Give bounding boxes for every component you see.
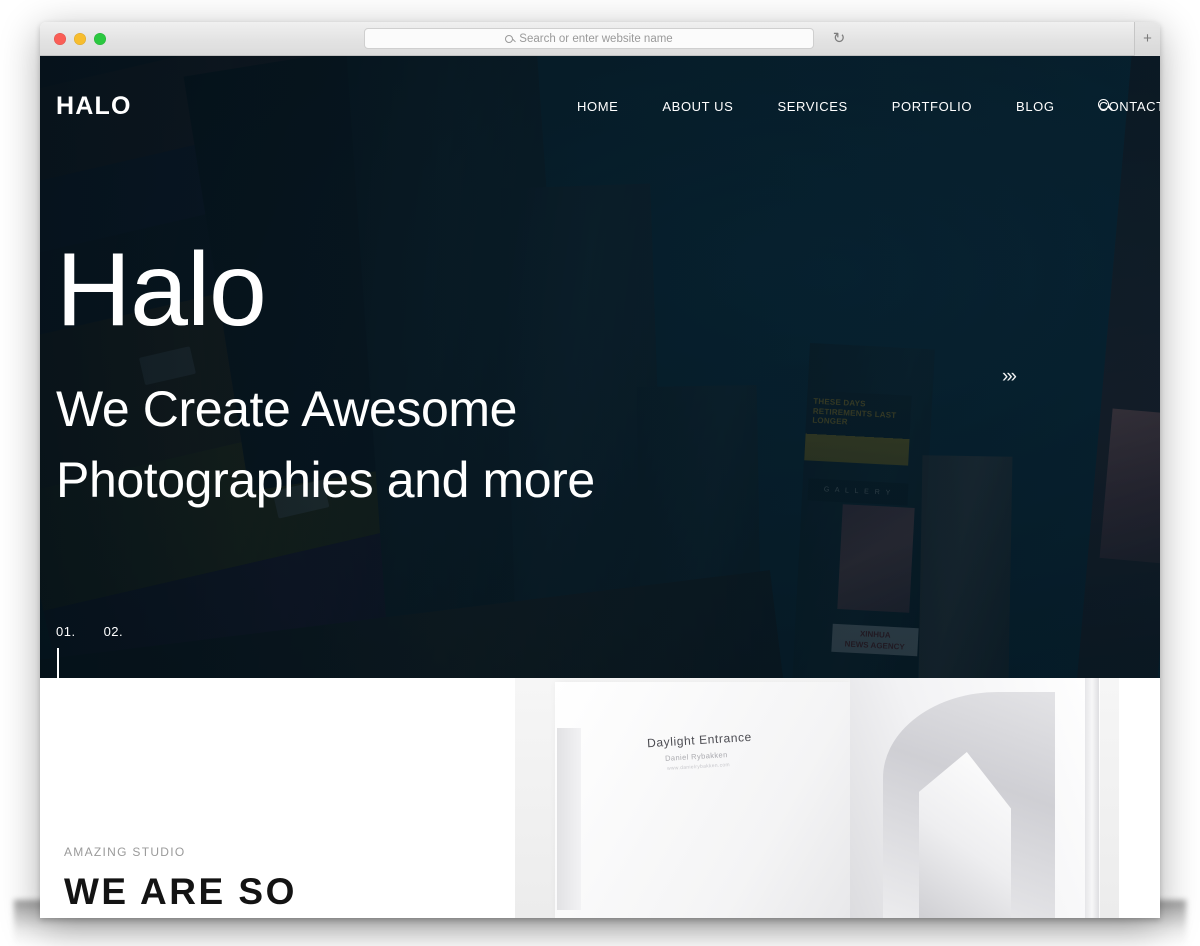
book-spine [1085, 678, 1099, 918]
about-text-block: AMAZING STUDIO WE ARE SO [64, 845, 297, 915]
nav-link-home[interactable]: HOME [555, 91, 640, 122]
window-controls [54, 32, 106, 45]
hero-section: THESE DAYS RETIREMENTS LAST LONGER G A L… [40, 56, 1160, 678]
slider-next-button[interactable]: ››› [1002, 366, 1017, 388]
nav-item-blog: BLOG [994, 91, 1077, 122]
nav-item-home: HOME [555, 91, 640, 122]
nav-link-about-us[interactable]: ABOUT US [640, 91, 755, 122]
nav-link-blog[interactable]: BLOG [994, 91, 1077, 122]
address-bar-placeholder: Search or enter website name [519, 32, 673, 45]
browser-titlebar: Search or enter website name ↻ + [40, 22, 1160, 56]
browser-window: Search or enter website name ↻ + HALO HO… [40, 22, 1160, 918]
nav-item-portfolio: PORTFOLIO [870, 91, 994, 122]
book-page-edges [557, 728, 581, 910]
minimize-window-button[interactable] [74, 32, 86, 45]
about-eyebrow: AMAZING STUDIO [64, 845, 186, 859]
nav-link-contact[interactable]: CONTACT [1077, 91, 1160, 122]
nav-search-button[interactable] [1095, 95, 1117, 117]
page-viewport: THESE DAYS RETIREMENTS LAST LONGER G A L… [40, 56, 1160, 918]
book-page-left [555, 682, 850, 918]
search-icon [1098, 99, 1109, 110]
site-logo[interactable]: HALO [56, 92, 132, 121]
reload-icon[interactable]: ↻ [830, 30, 848, 48]
nav-item-services: SERVICES [755, 91, 869, 122]
new-tab-button[interactable]: + [1134, 22, 1160, 56]
about-image: Daylight Entrance Daniel Rybakken www.da… [515, 678, 1119, 918]
hero-title: Halo [56, 232, 267, 348]
nav-link-portfolio[interactable]: PORTFOLIO [870, 91, 994, 122]
maximize-window-button[interactable] [94, 32, 106, 45]
nav-item-contact: CONTACT [1077, 91, 1160, 122]
about-section: AMAZING STUDIO WE ARE SO Daylight Entran… [40, 678, 1160, 918]
slide-indicator-01[interactable]: 01. [56, 624, 76, 678]
close-window-button[interactable] [54, 32, 66, 45]
about-heading: WE ARE SO [64, 871, 297, 912]
slide-indicator-02[interactable]: 02. [104, 624, 124, 647]
site-navigation: HALO HOME ABOUT US SERVICES PORTFOLIO BL… [40, 56, 1160, 156]
hero-subtitle: We Create Awesome Photographies and more [56, 381, 595, 508]
search-icon [505, 34, 514, 43]
nav-item-about-us: ABOUT US [640, 91, 755, 122]
slider-pagination: 01. 02. [56, 624, 124, 678]
nav-links: HOME ABOUT US SERVICES PORTFOLIO BLOG CO… [555, 91, 1160, 122]
hero-content: Halo We Create Awesome Photographies and… [56, 238, 706, 516]
nav-link-services[interactable]: SERVICES [755, 91, 869, 122]
address-bar[interactable]: Search or enter website name [364, 28, 814, 49]
address-bar-container: Search or enter website name ↻ [364, 28, 845, 49]
